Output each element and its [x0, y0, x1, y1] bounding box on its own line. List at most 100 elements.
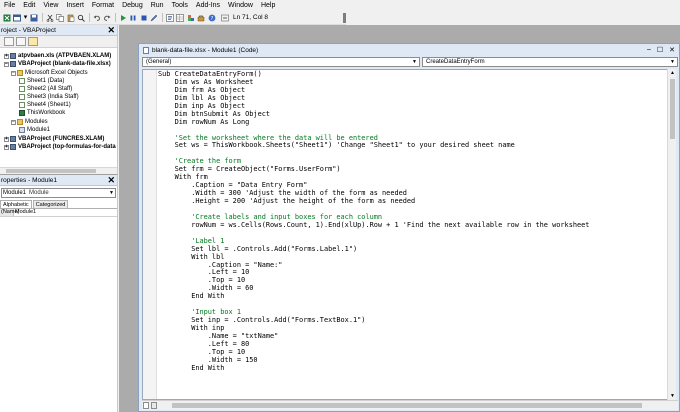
menu-run[interactable]: Run	[147, 0, 168, 11]
code-line[interactable]: Set frm = CreateObject("Forms.UserForm")	[158, 165, 589, 174]
view-excel-icon[interactable]	[2, 13, 11, 22]
code-text[interactable]: Sub CreateDataEntryForm() Dim ws As Work…	[158, 70, 589, 373]
close-icon[interactable]: ✕	[669, 46, 675, 54]
redo-icon[interactable]	[103, 13, 112, 22]
cut-icon[interactable]	[45, 13, 54, 22]
menu-format[interactable]: Format	[88, 0, 118, 11]
chevron-down-icon[interactable]: ▼	[669, 58, 676, 66]
undo-icon[interactable]	[92, 13, 101, 22]
save-icon[interactable]	[30, 13, 39, 22]
scrollbar-thumb[interactable]	[670, 79, 675, 139]
expand-icon[interactable]: +	[4, 136, 9, 142]
paste-icon[interactable]	[66, 13, 75, 22]
tree-item[interactable]: − VBAProject (blank-data-file.xlsx)	[4, 60, 111, 68]
menu-window[interactable]: Window	[224, 0, 257, 11]
minimize-icon[interactable]: –	[647, 46, 651, 54]
dropdown-arrow-icon[interactable]: ▾	[23, 13, 28, 22]
code-line[interactable]: Dim rowNum As Long	[158, 118, 589, 127]
tree-item-label: Sheet4 (Sheet1)	[27, 102, 71, 108]
reset-icon[interactable]	[139, 13, 148, 22]
tree-item[interactable]: ThisWorkbook	[19, 109, 65, 117]
tree-item[interactable]: + VBAProject (top-formulas-for-data	[4, 143, 116, 151]
worksheet-icon	[19, 86, 25, 92]
procedure-dropdown[interactable]: CreateDataEntryForm ▼	[422, 57, 678, 67]
break-icon[interactable]	[129, 13, 138, 22]
code-line[interactable]: End With	[158, 364, 589, 373]
find-icon[interactable]	[77, 13, 86, 22]
run-icon[interactable]	[118, 13, 127, 22]
menu-tools[interactable]: Tools	[168, 0, 192, 11]
property-row-name[interactable]: (Name) Module1	[0, 209, 117, 217]
scroll-up-icon[interactable]: ▲	[668, 69, 677, 77]
menu-debug[interactable]: Debug	[118, 0, 147, 11]
menu-insert[interactable]: Insert	[62, 0, 88, 11]
toolbox-icon[interactable]	[197, 13, 206, 22]
code-editor[interactable]: Sub CreateDataEntryForm() Dim ws As Work…	[142, 69, 669, 400]
tree-item[interactable]: Module1	[19, 126, 50, 134]
tree-item[interactable]: + atpvbaen.xls (ATPVBAEN.XLAM)	[4, 52, 111, 60]
code-window-title: blank-data-file.xlsx - Module1 (Code)	[152, 47, 259, 54]
vba-project-icon	[10, 53, 16, 59]
copy-icon[interactable]	[56, 13, 65, 22]
full-module-view-icon[interactable]	[151, 402, 157, 409]
project-explorer-toolbar	[0, 36, 117, 48]
properties-window-icon[interactable]	[176, 13, 185, 22]
view-object-icon[interactable]	[16, 37, 26, 46]
maximize-icon[interactable]: ☐	[657, 46, 663, 54]
menu-file[interactable]: File	[0, 0, 19, 11]
scrollbar-thumb[interactable]	[6, 169, 96, 173]
procedure-view-icon[interactable]	[143, 402, 149, 409]
expand-icon[interactable]: +	[4, 53, 9, 59]
tree-item[interactable]: Sheet3 (India Staff)	[19, 93, 79, 101]
tree-item-label: Sheet3 (India Staff)	[27, 94, 79, 100]
object-selector-dropdown[interactable]: Module1 Module ▼	[1, 188, 116, 198]
tree-item[interactable]: + VBAProject (FUNCRES.XLAM)	[4, 135, 104, 143]
cursor-position-icon	[221, 13, 230, 22]
expand-icon[interactable]: +	[4, 144, 9, 150]
close-icon[interactable]: ✕	[107, 25, 115, 35]
toolbar-grip-handle[interactable]	[343, 13, 346, 23]
menu-add-ins[interactable]: Add-Ins	[192, 0, 224, 11]
object-dropdown[interactable]: (General) ▼	[142, 57, 420, 67]
help-icon[interactable]: ?	[207, 13, 216, 22]
collapse-icon[interactable]: −	[11, 70, 16, 76]
code-line[interactable]: End With	[158, 292, 589, 301]
breakpoint-margin[interactable]	[143, 70, 157, 399]
chevron-down-icon[interactable]: ▼	[411, 58, 418, 66]
tab-categorized[interactable]: Categorized	[32, 200, 69, 208]
tree-item-label: VBAProject (top-formulas-for-data	[18, 144, 116, 150]
menu-edit[interactable]: Edit	[19, 0, 39, 11]
scrollbar-thumb[interactable]	[172, 403, 642, 408]
code-line[interactable]: rowNum = ws.Cells(Rows.Count, 1).End(xlU…	[158, 221, 589, 230]
chevron-down-icon[interactable]: ▼	[108, 189, 115, 197]
vba-project-icon	[10, 61, 16, 67]
code-horizontal-scrollbar[interactable]	[142, 400, 678, 410]
code-line[interactable]: Set ws = ThisWorkbook.Sheets("Sheet1") '…	[158, 141, 589, 150]
tab-alphabetic[interactable]: Alphabetic	[0, 200, 32, 208]
properties-tabs: Alphabetic Categorized	[0, 200, 117, 209]
toggle-folders-icon[interactable]	[28, 37, 38, 46]
collapse-icon[interactable]: −	[11, 119, 16, 125]
close-icon[interactable]: ✕	[107, 175, 115, 185]
scroll-down-icon[interactable]: ▼	[668, 392, 677, 400]
code-vertical-scrollbar[interactable]: ▲ ▼	[667, 69, 676, 400]
design-mode-icon[interactable]	[150, 13, 159, 22]
insert-userform-icon[interactable]	[13, 13, 22, 22]
project-horizontal-scrollbar[interactable]	[0, 167, 117, 174]
menu-help[interactable]: Help	[257, 0, 279, 11]
vba-project-icon	[10, 144, 16, 150]
tree-item[interactable]: Sheet1 (Data)	[19, 77, 64, 85]
collapse-icon[interactable]: −	[4, 61, 9, 67]
view-code-icon[interactable]	[4, 37, 14, 46]
tree-item[interactable]: − Modules	[11, 118, 48, 126]
project-explorer-title-bar: roject - VBAProject ✕	[0, 25, 117, 36]
property-value[interactable]: Module1	[14, 209, 36, 216]
tree-item[interactable]: Sheet2 (All Staff)	[19, 85, 72, 93]
tree-item[interactable]: Sheet4 (Sheet1)	[19, 101, 71, 109]
tree-item-label: VBAProject (blank-data-file.xlsx)	[18, 61, 111, 67]
project-explorer-icon[interactable]	[165, 13, 174, 22]
tree-item[interactable]: − Microsoft Excel Objects	[11, 69, 88, 77]
code-line[interactable]: .Height = 200 'Adjust the height of the …	[158, 197, 589, 206]
menu-view[interactable]: View	[39, 0, 62, 11]
object-browser-icon[interactable]	[186, 13, 195, 22]
